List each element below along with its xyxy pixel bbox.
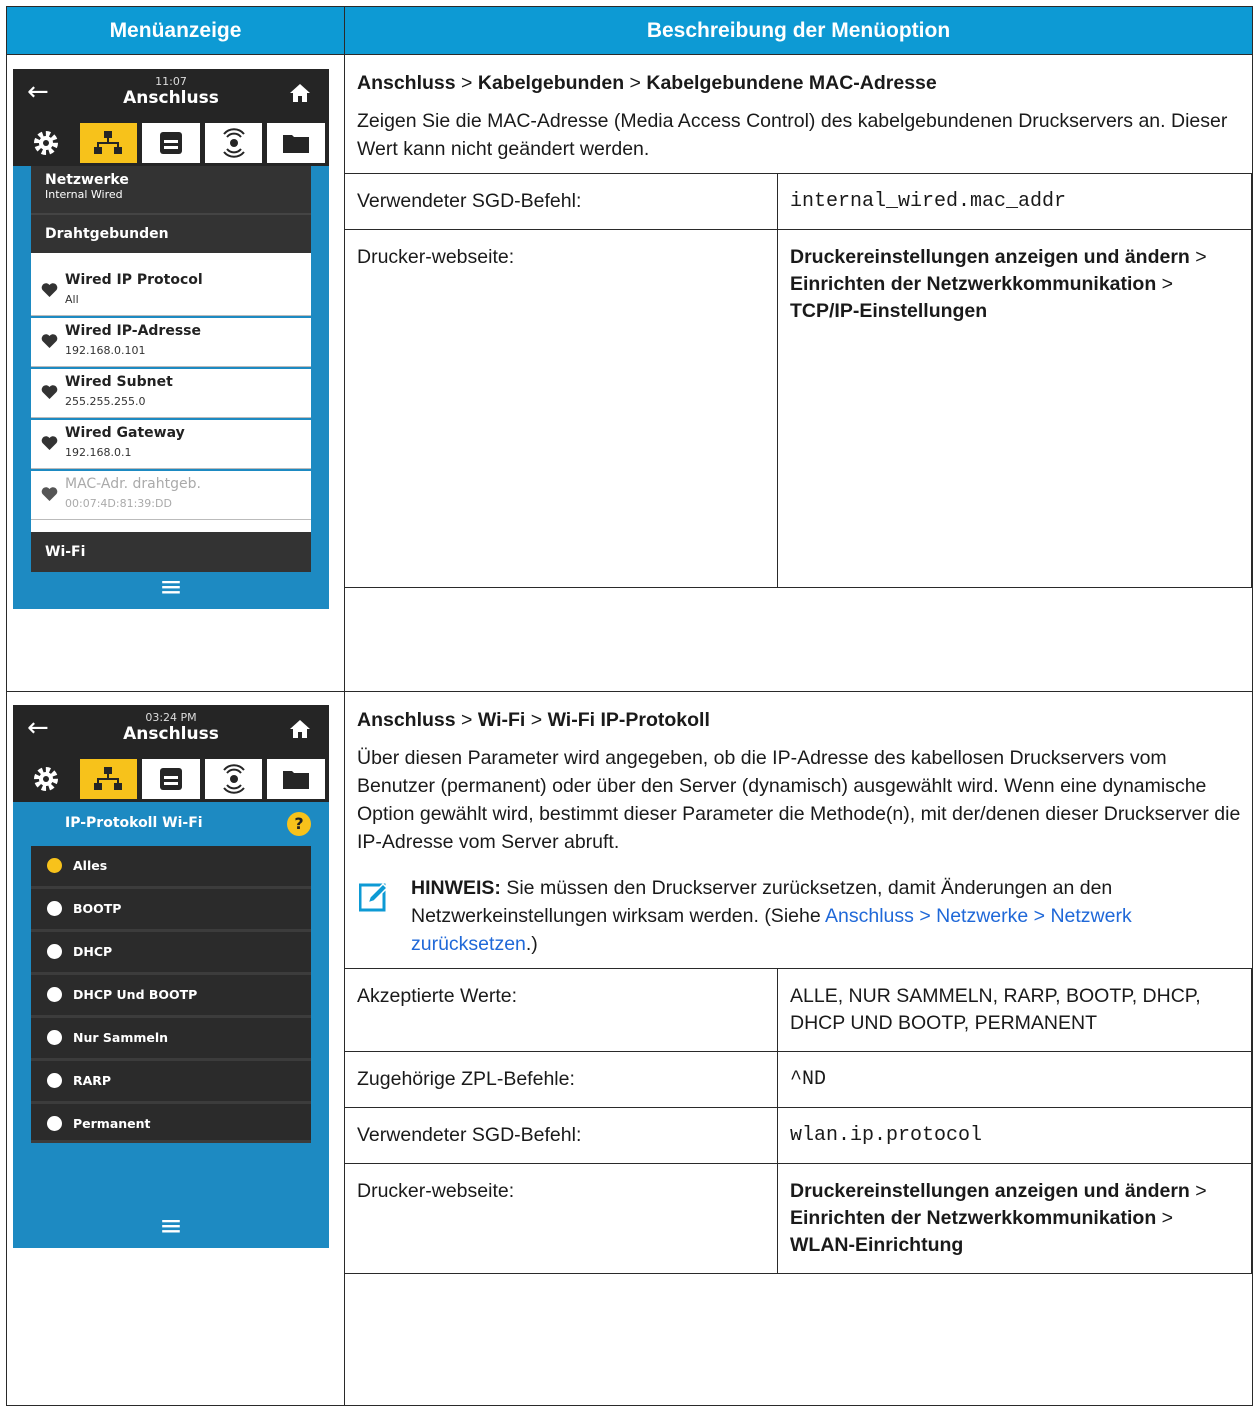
- tab-print[interactable]: [142, 123, 200, 163]
- tab-settings[interactable]: [17, 759, 75, 799]
- rfid-icon: [222, 128, 245, 158]
- wired-section-heading: Drahtgebunden: [31, 213, 311, 253]
- tab-storage[interactable]: [267, 759, 325, 799]
- radio-icon: [47, 1073, 62, 1088]
- accepted-values-value: ALLE, NUR SAMMELN, RARP, BOOTP, DHCP, DH…: [777, 968, 1252, 1052]
- heart-icon: [41, 334, 58, 348]
- networks-item[interactable]: Netzwerke Internal Wired: [31, 166, 311, 213]
- options-heading: IP-Protokoll Wi-Fi ?: [13, 802, 329, 846]
- description-cell-2: Anschluss > Wi-Fi > Wi-Fi IP-Protokoll Ü…: [344, 691, 1253, 1406]
- tab-rfid[interactable]: [204, 759, 263, 799]
- table-row: Akzeptierte Werte: ALLE, NUR SAMMELN, RA…: [344, 968, 1252, 1052]
- screen-title: Anschluss: [123, 724, 219, 744]
- printer-screen-wired: ← 11:07 Anschluss Netzwerke Internal Wir…: [13, 69, 329, 609]
- menu-path: Anschluss > Wi-Fi > Wi-Fi IP-Protokoll: [357, 709, 710, 731]
- gear-icon: [33, 131, 58, 155]
- tab-rfid[interactable]: [204, 123, 263, 163]
- screen-titlebar: ← 03:24 PM Anschluss: [13, 705, 329, 756]
- heart-icon: [41, 283, 58, 297]
- heart-icon: [41, 436, 58, 450]
- radio-option[interactable]: Permanent: [31, 1104, 311, 1143]
- details-table-1: Verwendeter SGD-Befehl: internal_wired.m…: [344, 173, 1252, 588]
- spacer: [31, 253, 311, 267]
- sgd-value: wlan.ip.protocol: [777, 1107, 1252, 1164]
- radio-icon: [47, 1116, 62, 1131]
- radio-selected-icon: [47, 858, 62, 873]
- network-icon: [94, 767, 123, 790]
- note-text: HINWEIS: Sie müssen den Druckserver zurü…: [411, 877, 1132, 955]
- description-text: Über diesen Parameter wird angegeben, ob…: [357, 747, 1241, 853]
- home-icon[interactable]: [289, 718, 311, 740]
- table-row: Drucker-webseite: Druckereinstellungen a…: [344, 1163, 1252, 1274]
- radio-icon: [47, 901, 62, 916]
- webpage-label: Drucker-webseite:: [344, 1163, 778, 1274]
- screen-tabs: [13, 756, 329, 802]
- details-table-2: Akzeptierte Werte: ALLE, NUR SAMMELN, RA…: [344, 968, 1252, 1274]
- description-cell-1: Anschluss > Kabelgebunden > Kabelgebunde…: [344, 54, 1253, 692]
- help-icon[interactable]: ?: [287, 812, 311, 836]
- radio-option[interactable]: BOOTP: [31, 889, 311, 932]
- tab-settings[interactable]: [17, 123, 75, 163]
- list-item[interactable]: Wired Subnet 255.255.255.0: [31, 369, 311, 418]
- gear-icon: [33, 767, 58, 791]
- note-box: HINWEIS: Sie müssen den Druckserver zurü…: [359, 874, 1242, 958]
- list-item[interactable]: Wired IP Protocol All: [31, 267, 311, 316]
- screen-tabs: [13, 120, 329, 166]
- wifi-section-item[interactable]: Wi-Fi: [31, 532, 311, 572]
- menu-icon[interactable]: ≡: [13, 573, 329, 601]
- radio-option[interactable]: RARP: [31, 1061, 311, 1104]
- header-menu-display: Menüanzeige: [6, 6, 345, 55]
- zpl-value: ^ND: [777, 1051, 1252, 1108]
- sgd-label: Verwendeter SGD-Befehl:: [344, 1107, 778, 1164]
- note-pencil-icon: [359, 882, 389, 912]
- table-row: Drucker-webseite: Druckereinstellungen a…: [344, 229, 1252, 588]
- spacer: [31, 520, 311, 532]
- menu-icon[interactable]: ≡: [13, 1212, 329, 1240]
- network-icon: [94, 131, 123, 154]
- radio-icon: [47, 944, 62, 959]
- heart-icon: [41, 385, 58, 399]
- zpl-label: Zugehörige ZPL-Befehle:: [344, 1051, 778, 1108]
- accepted-values-label: Akzeptierte Werte:: [344, 968, 778, 1052]
- home-icon[interactable]: [289, 82, 311, 104]
- printer-icon: [159, 132, 182, 154]
- radio-option[interactable]: DHCP Und BOOTP: [31, 975, 311, 1018]
- folder-icon: [283, 135, 310, 153]
- table-row: Verwendeter SGD-Befehl: internal_wired.m…: [344, 173, 1252, 230]
- heart-icon: [41, 487, 58, 501]
- menu-path: Anschluss > Kabelgebunden > Kabelgebunde…: [357, 72, 937, 94]
- table-row: Verwendeter SGD-Befehl: wlan.ip.protocol: [344, 1107, 1252, 1164]
- screen-title: Anschluss: [123, 88, 219, 108]
- radio-option[interactable]: DHCP: [31, 932, 311, 975]
- header-menu-description: Beschreibung der Menüoption: [344, 6, 1253, 55]
- clock: 11:07: [155, 75, 187, 88]
- webpage-value: Druckereinstellungen anzeigen und ändern…: [777, 1163, 1252, 1274]
- rfid-icon: [222, 764, 245, 794]
- folder-icon: [283, 771, 310, 789]
- description-text: Zeigen Sie die MAC-Adresse (Media Access…: [357, 110, 1228, 160]
- radio-icon: [47, 987, 62, 1002]
- list-item[interactable]: Wired Gateway 192.168.0.1: [31, 420, 311, 469]
- tab-storage[interactable]: [267, 123, 325, 163]
- radio-option[interactable]: Alles: [31, 846, 311, 889]
- radio-option[interactable]: Nur Sammeln: [31, 1018, 311, 1061]
- printer-screen-wifi: ← 03:24 PM Anschluss IP-Protokoll Wi-Fi …: [13, 705, 329, 1248]
- table-row: Zugehörige ZPL-Befehle: ^ND: [344, 1051, 1252, 1108]
- printer-icon: [159, 768, 182, 790]
- webpage-value: Druckereinstellungen anzeigen und ändern…: [777, 229, 1252, 588]
- table-header: Menüanzeige Beschreibung der Menüoption: [6, 6, 1253, 55]
- screen-titlebar: ← 11:07 Anschluss: [13, 69, 329, 120]
- list-item[interactable]: Wired IP-Adresse 192.168.0.101: [31, 318, 311, 367]
- radio-icon: [47, 1030, 62, 1045]
- webpage-label: Drucker-webseite:: [344, 229, 778, 588]
- tab-connection[interactable]: [79, 123, 138, 163]
- sgd-value: internal_wired.mac_addr: [777, 173, 1252, 230]
- list-item: MAC-Adr. drahtgeb. 00:07:4D:81:39:DD: [31, 471, 311, 520]
- tab-connection[interactable]: [79, 759, 138, 799]
- sgd-label: Verwendeter SGD-Befehl:: [344, 173, 778, 230]
- clock: 03:24 PM: [145, 711, 197, 724]
- tab-print[interactable]: [142, 759, 200, 799]
